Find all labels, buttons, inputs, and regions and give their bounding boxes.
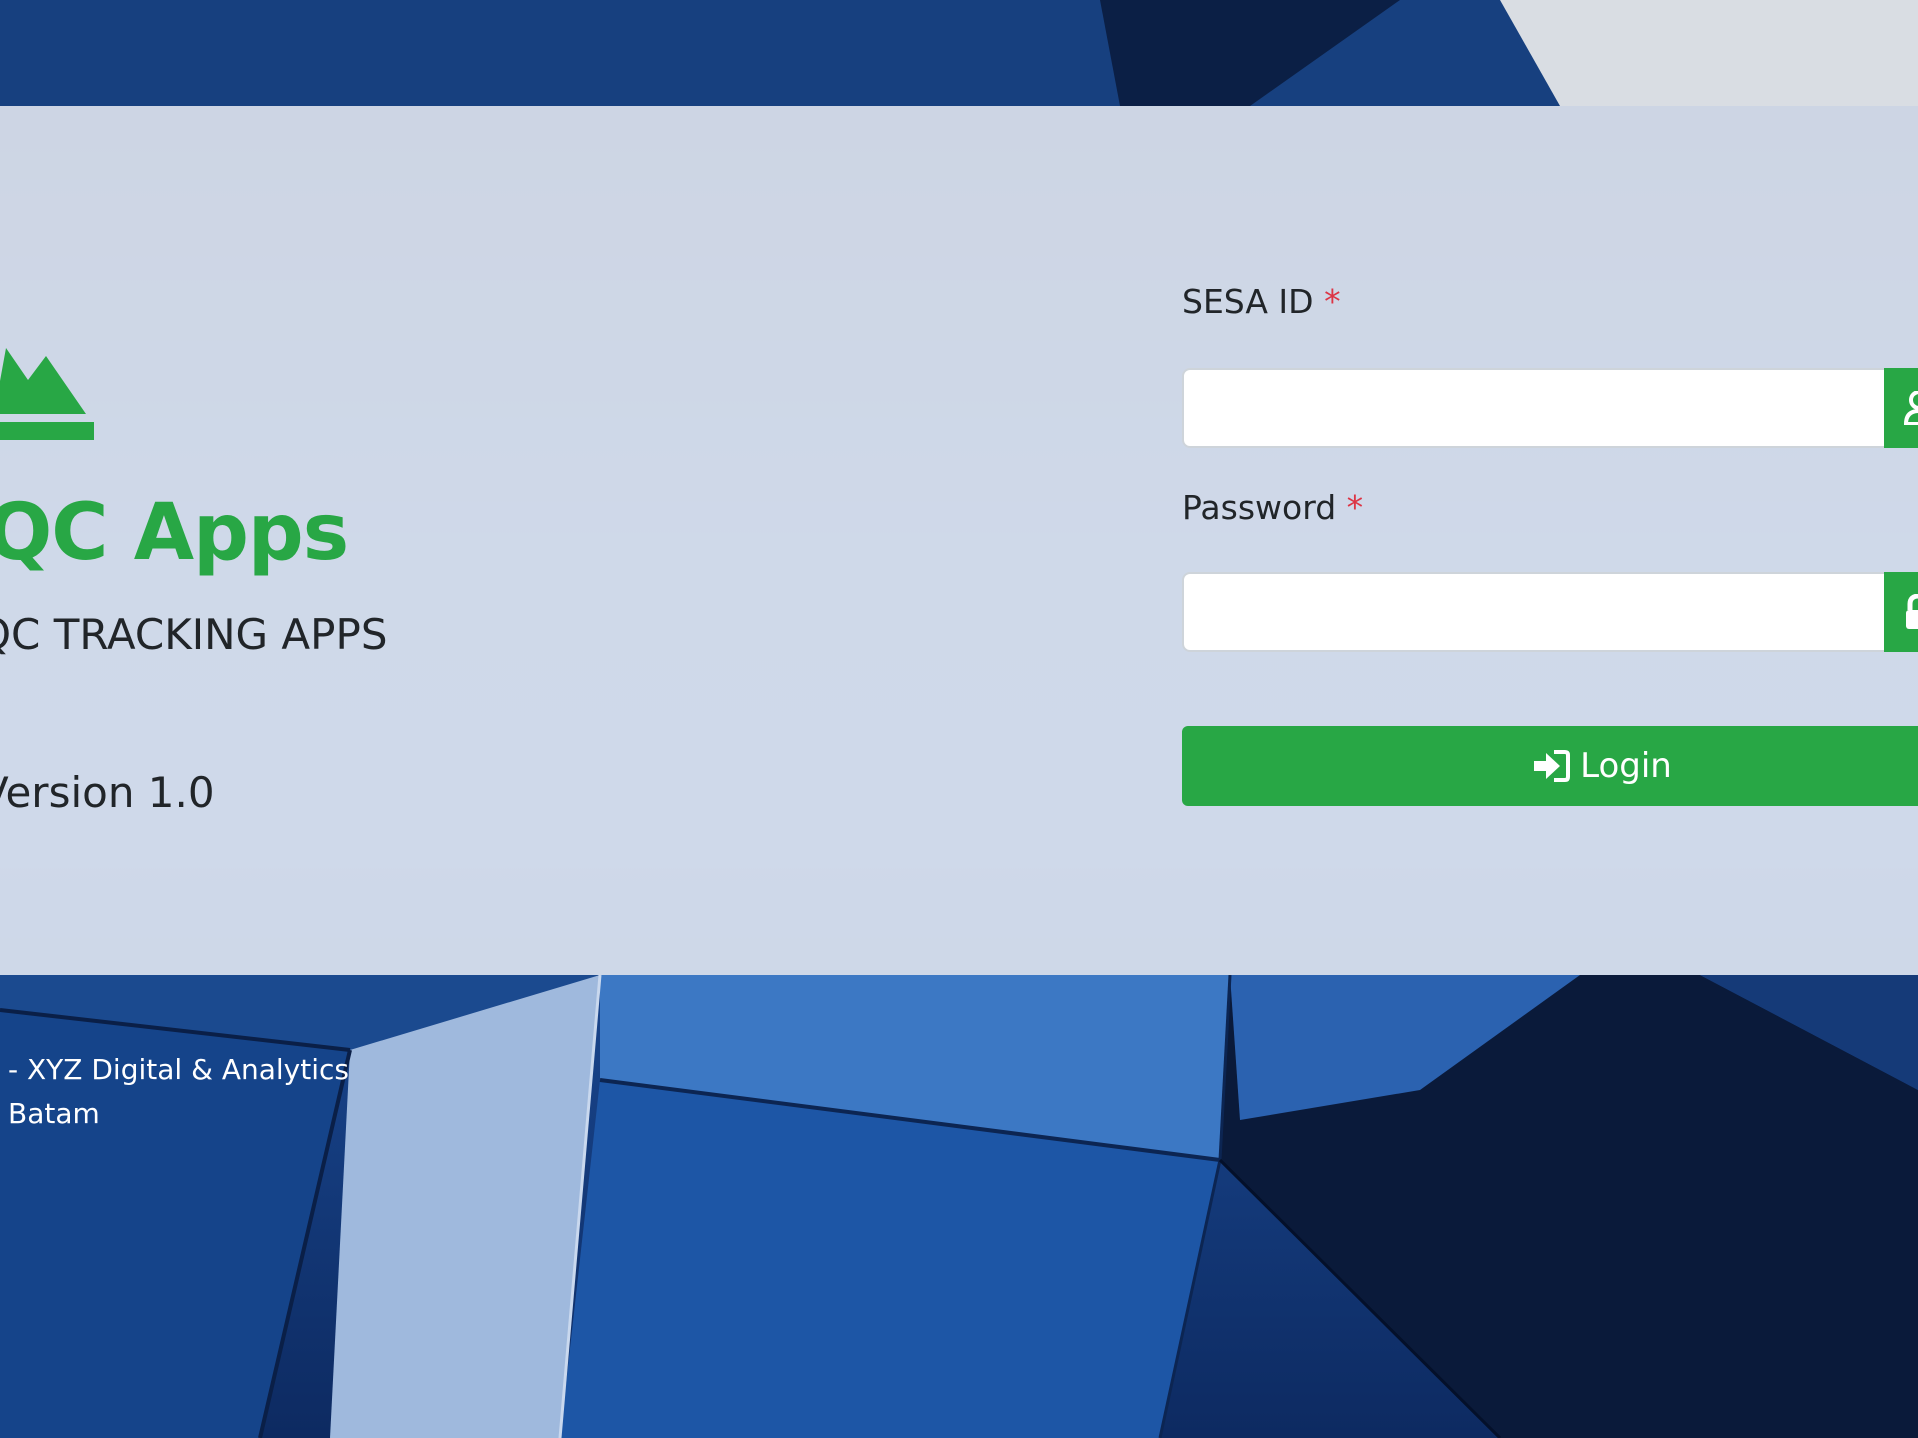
required-marker: *: [1324, 282, 1341, 321]
password-input[interactable]: [1182, 572, 1888, 652]
sign-in-icon: [1532, 749, 1571, 783]
footer-line-2: Batam: [8, 1097, 100, 1130]
lock-icon: [1884, 572, 1918, 652]
required-marker: *: [1346, 488, 1364, 527]
login-button-label: Login: [1580, 746, 1672, 786]
app-subtitle: QC TRACKING APPS: [0, 610, 388, 659]
app-title: QC Apps: [0, 488, 349, 578]
chart-mountain-icon: [0, 338, 102, 442]
sesa-id-label: SESA ID *: [1182, 282, 1341, 321]
footer: - XYZ Digital & Analytics Batam: [8, 1048, 349, 1136]
password-input-group: [1182, 572, 1918, 652]
sesa-id-label-text: SESA ID: [1182, 282, 1314, 321]
app-version: Version 1.0: [0, 768, 215, 817]
sesa-id-input[interactable]: [1182, 368, 1888, 448]
password-label: Password *: [1182, 488, 1363, 527]
password-label-text: Password: [1182, 488, 1337, 527]
user-icon: [1884, 368, 1918, 448]
footer-line-1: - XYZ Digital & Analytics: [8, 1053, 349, 1086]
sesa-id-input-group: [1182, 368, 1918, 448]
login-button[interactable]: Login: [1182, 726, 1918, 806]
login-page: QC Apps QC TRACKING APPS Version 1.0 SES…: [0, 0, 1918, 1438]
